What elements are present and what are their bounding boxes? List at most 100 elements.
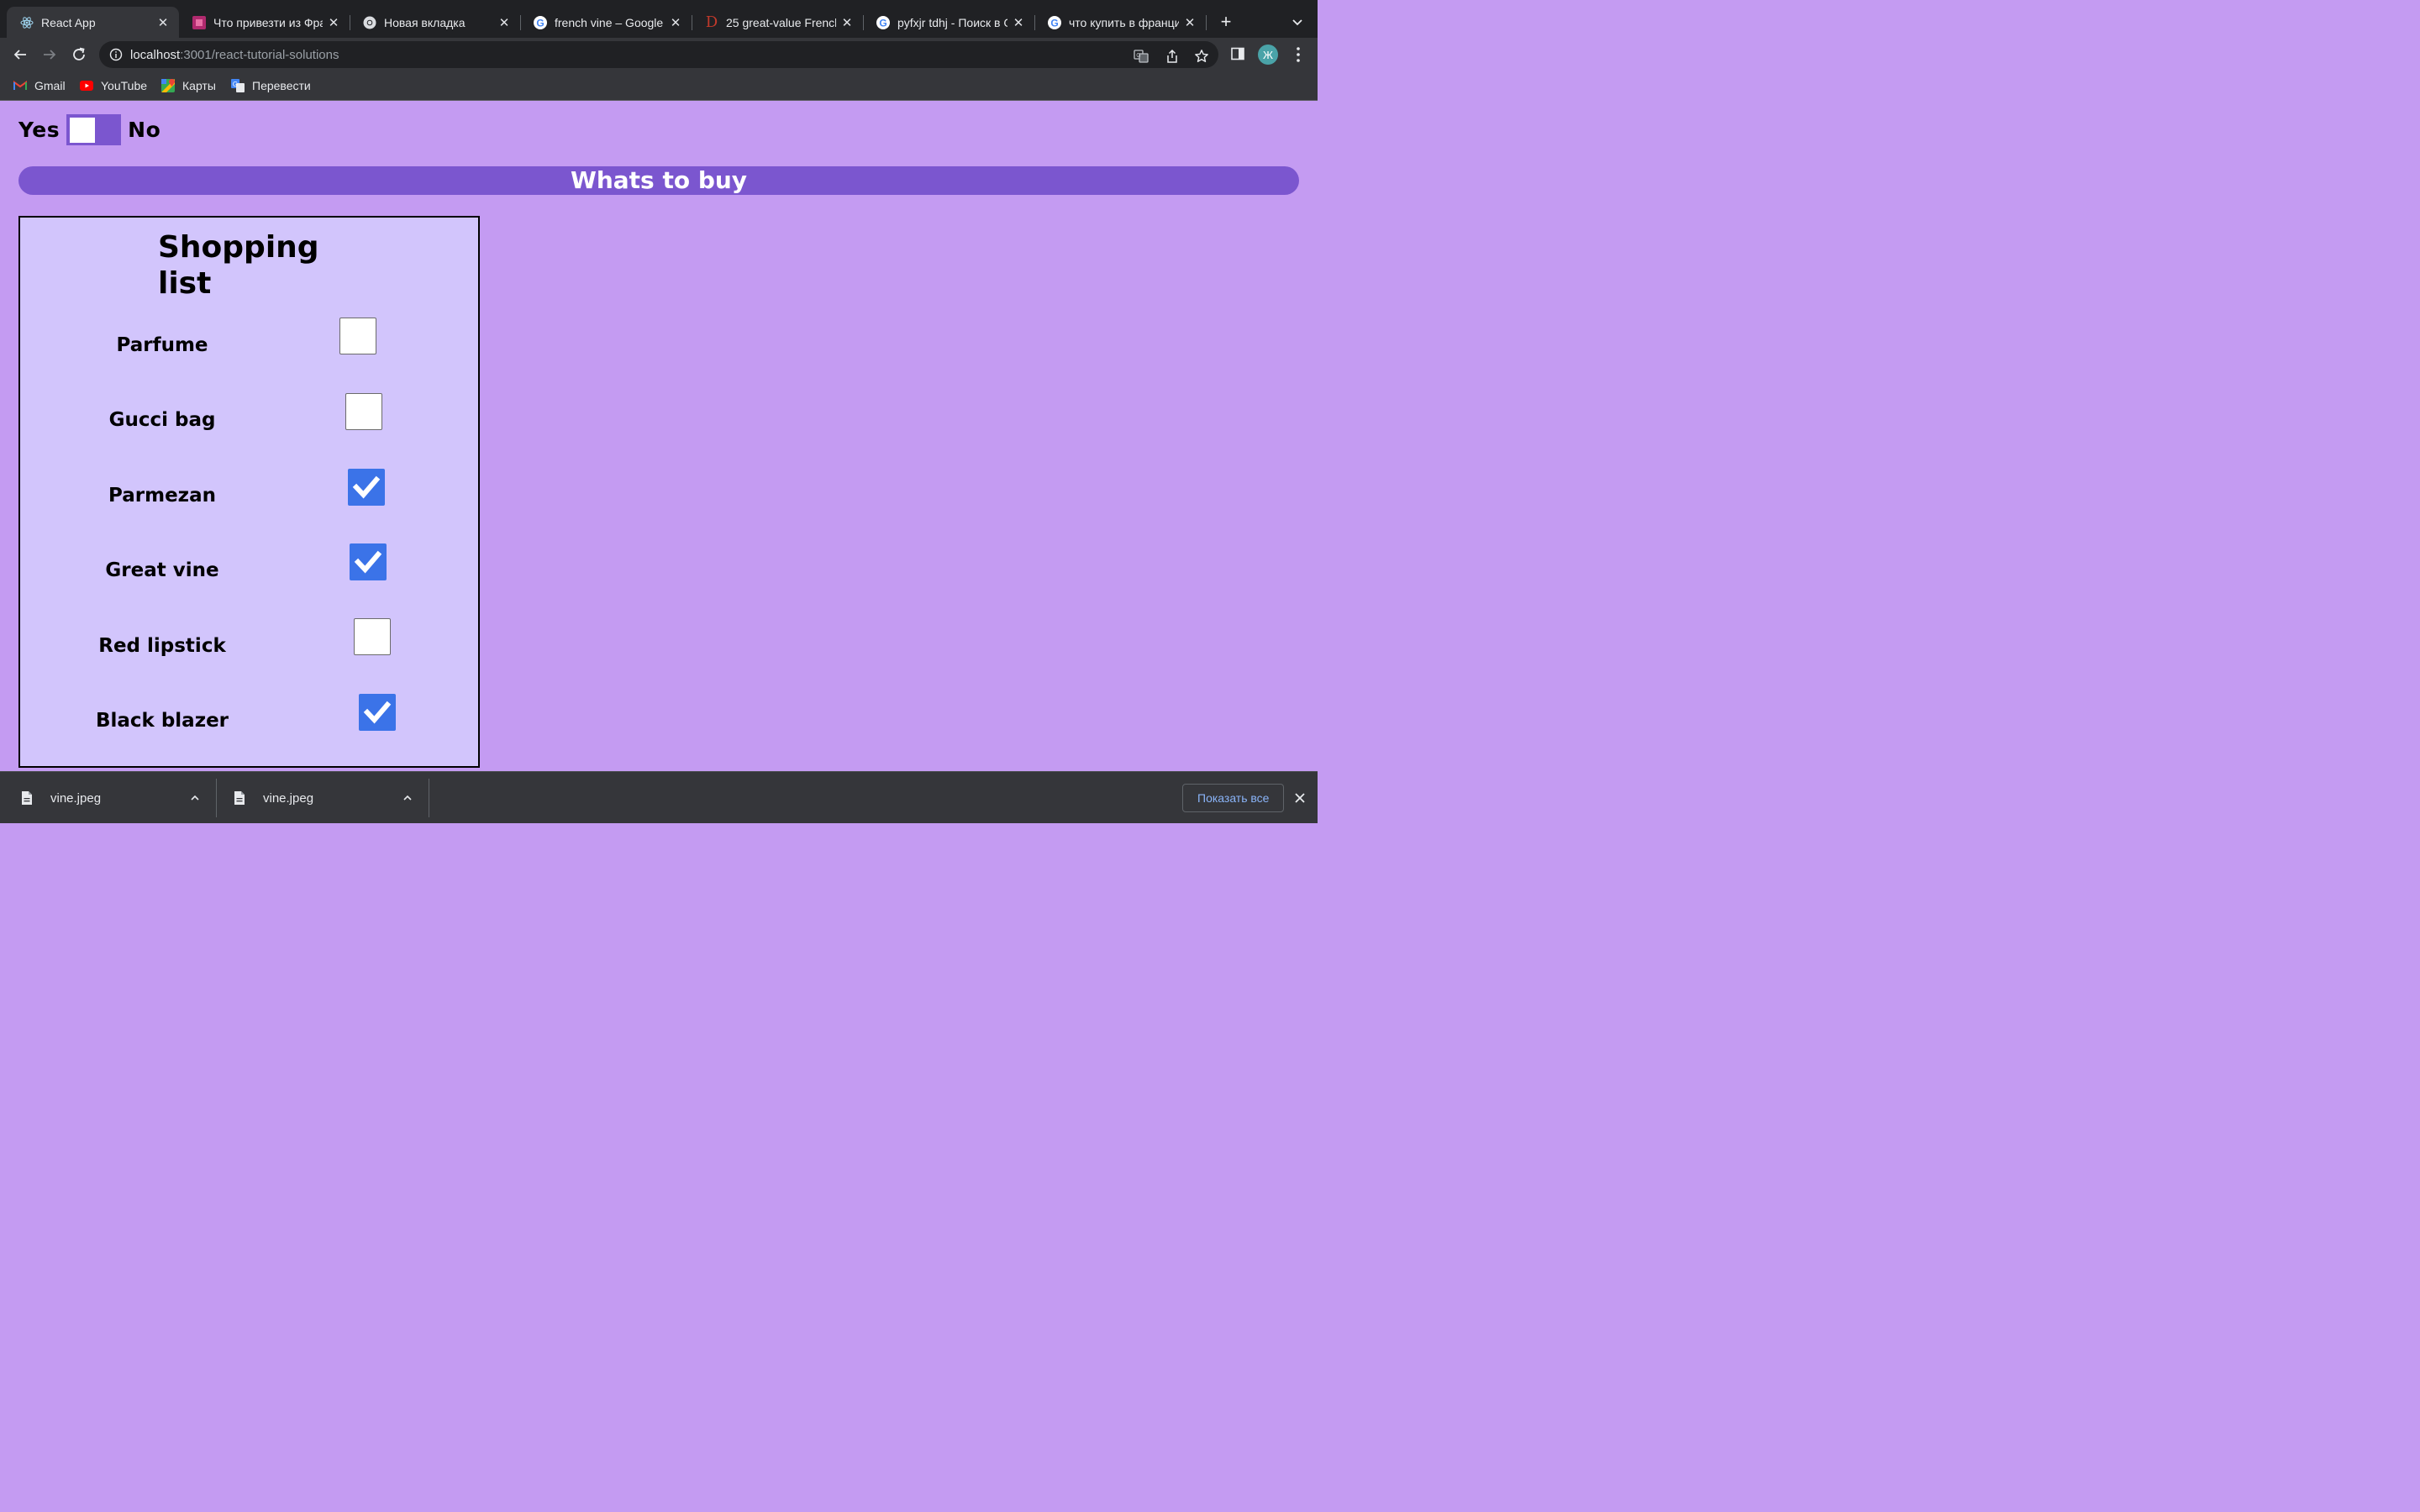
toggle-yes-label: Yes xyxy=(18,117,60,142)
svg-text:G: G xyxy=(233,81,238,88)
side-panel-icon[interactable] xyxy=(1228,45,1247,63)
youtube-icon xyxy=(80,79,93,92)
bookmark-youtube[interactable]: YouTube xyxy=(80,78,147,93)
url-path: :3001/react-tutorial-solutions xyxy=(180,47,339,62)
toggle-no-label: No xyxy=(128,117,161,142)
tab-title: React App xyxy=(41,15,96,29)
decanter-icon: D xyxy=(705,13,718,31)
download-filename: vine.jpeg xyxy=(263,790,314,806)
checkbox-red-lipstick[interactable] xyxy=(354,618,391,655)
tab-react-app[interactable]: React App ✕ xyxy=(7,7,179,38)
bookmark-label: YouTube xyxy=(101,79,148,92)
tab-item[interactable]: G french vine – Google Поиск ✕ xyxy=(520,7,692,38)
list-item-label: Black blazer xyxy=(95,710,229,732)
shopping-list-title: Shopping list xyxy=(158,230,319,301)
downloads-bar: vine.jpeg vine.jpeg Показать все xyxy=(0,771,1318,823)
more-menu-icon[interactable] xyxy=(1290,45,1307,64)
svg-text:G: G xyxy=(1050,17,1058,29)
page-content: Yes No Whats to buy Shopping list Parfum… xyxy=(0,102,1318,771)
close-tab-icon[interactable]: ✕ xyxy=(155,15,171,30)
toggle-knob xyxy=(70,117,96,143)
checkmark-icon xyxy=(352,475,381,499)
close-tab-icon[interactable]: ✕ xyxy=(1011,15,1026,30)
bookmark-gmail[interactable]: Gmail xyxy=(13,78,66,93)
list-item-label: Parmezan xyxy=(108,485,216,507)
chevron-up-icon[interactable] xyxy=(402,792,413,804)
yes-no-toggle: Yes No xyxy=(18,113,160,145)
browser-toolbar: localhost:3001/react-tutorial-solutions … xyxy=(0,38,1318,71)
list-item-label: Gucci bag xyxy=(108,409,216,431)
back-arrow-icon xyxy=(13,50,26,60)
svg-text:G: G xyxy=(536,17,544,29)
file-icon xyxy=(22,791,32,805)
tab-item[interactable]: G pyfxjr tdhj - Поиск в Google ✕ xyxy=(863,7,1034,38)
checkbox-great-vine[interactable] xyxy=(350,543,387,580)
bookmark-label: Карты xyxy=(182,79,216,92)
bookmark-translate[interactable]: G Перевести xyxy=(231,78,311,93)
forward-arrow-icon xyxy=(44,50,56,60)
checkmark-icon xyxy=(354,550,382,574)
gmail-icon xyxy=(13,79,27,92)
close-tab-icon[interactable]: ✕ xyxy=(839,15,855,30)
close-downloads-icon[interactable] xyxy=(1292,790,1307,806)
close-tab-icon[interactable]: ✕ xyxy=(497,15,512,30)
tab-title: pyfxjr tdhj - Поиск в Google xyxy=(897,15,1007,29)
maps-icon xyxy=(161,79,175,92)
bookmark-maps[interactable]: Карты xyxy=(161,78,216,93)
tab-title: french vine – Google Поиск xyxy=(555,15,665,29)
bookmarks-bar: Gmail YouTube Карты G Перевести xyxy=(0,71,1318,101)
bookmark-star-icon[interactable] xyxy=(1193,48,1210,65)
list-item-label: Great vine xyxy=(105,559,219,581)
shopping-list-card: Shopping list Parfume Gucci bag Parmezan… xyxy=(18,216,480,768)
checkbox-parfume[interactable] xyxy=(339,318,376,354)
tab-item[interactable]: G что купить в франции ✕ xyxy=(1034,7,1206,38)
svg-text:G: G xyxy=(1136,53,1140,59)
reload-icon xyxy=(73,47,85,60)
download-item[interactable]: vine.jpeg xyxy=(233,772,426,824)
checkmark-icon xyxy=(363,701,392,724)
site-icon xyxy=(192,15,206,29)
forward-button[interactable] xyxy=(39,45,60,65)
tab-title: 25 great-value French wines xyxy=(726,15,836,29)
checkbox-black-blazer[interactable] xyxy=(359,694,396,731)
chrome-icon xyxy=(363,16,376,29)
list-item-label: Red lipstick xyxy=(98,635,226,657)
new-tab-button[interactable]: + xyxy=(1216,11,1236,33)
tab-item[interactable]: D 25 great-value French wines ✕ xyxy=(692,7,863,38)
bookmark-label: Перевести xyxy=(252,79,311,92)
list-item-label: Parfume xyxy=(116,334,208,356)
tab-item[interactable]: Новая вкладка ✕ xyxy=(350,7,520,38)
profile-avatar[interactable]: Ж xyxy=(1258,45,1278,65)
tab-title: Новая вкладка xyxy=(384,15,466,29)
google-icon: G xyxy=(1048,15,1061,29)
translate-page-icon[interactable]: G xyxy=(1133,48,1150,65)
tab-title: Что привезти из Франции xyxy=(213,15,323,29)
site-info-icon[interactable] xyxy=(109,48,123,61)
toggle-switch[interactable] xyxy=(66,113,122,145)
page-heading: Whats to buy xyxy=(18,166,1299,195)
tab-item[interactable]: Что привезти из Франции ✕ xyxy=(179,7,350,38)
translate-icon: G xyxy=(231,79,245,92)
share-icon[interactable] xyxy=(1164,48,1181,65)
tab-search-chevron-icon[interactable] xyxy=(1289,13,1306,30)
react-icon xyxy=(20,16,34,29)
chevron-up-icon[interactable] xyxy=(189,792,201,804)
download-item[interactable]: vine.jpeg xyxy=(20,772,213,824)
svg-text:G: G xyxy=(879,17,886,29)
bookmark-label: Gmail xyxy=(34,79,66,92)
close-tab-icon[interactable]: ✕ xyxy=(668,15,683,30)
google-icon: G xyxy=(876,15,890,29)
address-bar[interactable]: localhost:3001/react-tutorial-solutions … xyxy=(99,41,1218,68)
checkbox-parmezan[interactable] xyxy=(348,469,385,506)
file-icon xyxy=(234,791,245,805)
download-filename: vine.jpeg xyxy=(50,790,102,806)
checkbox-gucci-bag[interactable] xyxy=(345,393,382,430)
google-icon: G xyxy=(534,15,547,29)
close-tab-icon[interactable]: ✕ xyxy=(1182,15,1197,30)
close-tab-icon[interactable]: ✕ xyxy=(326,15,341,30)
reload-button[interactable] xyxy=(69,45,89,65)
url-host: localhost xyxy=(130,47,181,62)
tab-title: что купить в франции xyxy=(1069,15,1179,29)
show-all-downloads-button[interactable]: Показать все xyxy=(1182,784,1285,812)
back-button[interactable] xyxy=(10,45,30,65)
